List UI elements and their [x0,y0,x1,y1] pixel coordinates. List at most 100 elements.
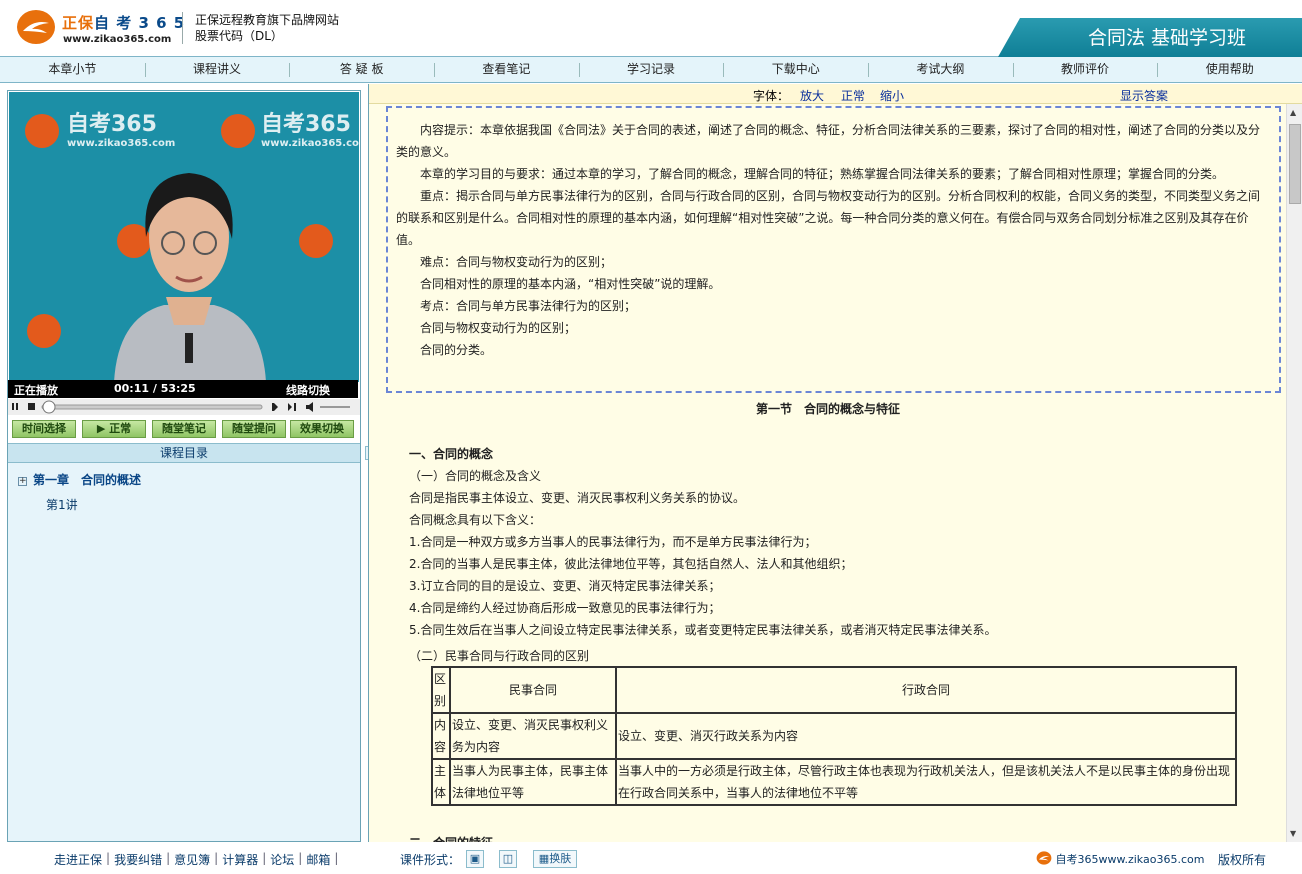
site-url: 自考365www.zikao365.com [1055,853,1205,866]
content-panel: 字体： 放大 正常 缩小 显示答案 内容提示：本章依据我国《合同法》关于合同的表… [368,84,1302,842]
font-toolbar: 字体： 放大 正常 缩小 显示答案 [369,84,1302,104]
font-bigger-link[interactable]: 放大 [800,87,824,104]
brand-url: www.zikao365.com [63,34,172,45]
footer-link-calculator[interactable]: 计算器 [222,851,258,868]
intro-box: 内容提示：本章依据我国《合同法》关于合同的表述，阐述了合同的概念、特征，分析合同… [386,106,1281,393]
footer: 走进正保 | 我要纠错 | 意见簿 | 计算器 | 论坛 | 邮箱 | 课件形式： ▣ ◫ … [0,846,1302,874]
skin-label: 换肤 [549,852,572,865]
table-cell: 当事人中的一方必须是行政主体，尽管行政主体也表现为行政机关法人，但是该机关法人不… [615,758,1237,806]
forward-icon[interactable] [288,403,296,411]
tagline-line-1: 正保远程教育旗下品牌网站 [195,13,340,27]
catalog-chapter[interactable]: + 第一章 合同的概述 [18,471,141,488]
intro-paragraph: 合同的分类。 [396,343,493,357]
nav-qa-board[interactable]: 答 疑 板 [289,57,434,82]
table-row: 内容 设立、变更、消灭民事权利义务为内容 设立、变更、消灭行政关系为内容 [431,712,1237,760]
table-header-cell: 区别 [431,666,451,714]
normal-speed-button[interactable]: ▶ 正常 [82,420,146,438]
font-label: 字体： [753,89,790,103]
site-link[interactable]: 自考365www.zikao365.com [1036,851,1204,867]
class-question-button[interactable]: 随堂提问 [222,420,286,438]
list-item: 3.订立合同的目的是设立、变更、消灭特定民事法律关系； [409,579,721,593]
nav-help[interactable]: 使用帮助 [1157,57,1302,82]
text-line: 合同是指民事主体设立、变更、消灭民事权利义务关系的协议。 [409,491,746,505]
watermark-logo-icon [25,114,59,148]
course-title: 合同法 基础学习班 [998,18,1302,57]
nav-lecture-notes[interactable]: 课程讲义 [144,57,290,82]
footer-link-about[interactable]: 走进正保 [54,851,102,868]
stop-icon[interactable] [28,403,35,410]
separator: | [106,851,111,865]
table-cell: 设立、变更、消灭行政关系为内容 [615,712,1237,760]
skin-button[interactable]: ▦换肤 [533,850,577,868]
main-nav: 本章小节 课程讲义 答 疑 板 查看笔记 学习记录 下载中心 考试大纲 教师评价… [0,57,1302,83]
intro-paragraph: 内容提示：本章依据我国《合同法》关于合同的表述，阐述了合同的概念、特征，分析合同… [396,123,1261,159]
catalog-title: 课程目录 [8,443,360,463]
catalog-lecture[interactable]: 第1讲 [46,496,78,513]
list-item: 4.合同是缔约人经过协商后形成一致意见的民事法律行为； [409,601,721,615]
volume-slider[interactable] [320,406,350,408]
progress-track[interactable] [41,404,263,410]
chapter-label: 第一章 合同的概述 [33,473,142,487]
site-logo-icon [1036,851,1052,865]
expand-icon[interactable]: + [18,477,27,486]
split-view-icon[interactable]: ◫ [499,850,517,868]
video-controls [8,399,360,415]
watermark: 自考365 www.zikao365.com [261,112,359,149]
class-notes-button[interactable]: 随堂笔记 [152,420,216,438]
nav-teacher-review[interactable]: 教师评价 [1012,57,1158,82]
copyright: 版权所有 [1218,853,1267,867]
table-cell: 当事人为民事主体，民事主体法律地位平等 [449,758,617,806]
nav-chapter-summary[interactable]: 本章小节 [0,57,145,82]
scroll-down-icon[interactable]: ▼ [1290,829,1296,838]
player-buttons: 时间选择 ▶ 正常 随堂笔记 随堂提问 效果切换 [8,420,360,442]
footer-link-mail[interactable]: 邮箱 [306,851,330,868]
footer-links: 走进正保 | 我要纠错 | 意见簿 | 计算器 | 论坛 | 邮箱 | [54,851,342,868]
separator: | [166,851,171,865]
separator: | [262,851,267,865]
play-time: 00:11 / 53:25 [114,382,196,395]
font-smaller-link[interactable]: 缩小 [880,87,904,104]
table-header-cell: 民事合同 [449,666,617,714]
show-answer-link[interactable]: 显示答案 [1120,87,1168,104]
brand-name: 正保自 考 3 6 5 [62,14,186,32]
intro-paragraph: 难点：合同与物权变动行为的区别； [396,255,613,269]
watermark-logo-icon [27,314,61,348]
video-player[interactable]: 自考365 www.zikao365.com 自考365 www.zikao365.… [9,92,359,382]
footer-link-report-error[interactable]: 我要纠错 [114,851,162,868]
font-normal-link[interactable]: 正常 [841,87,865,104]
courseware-form-label: 课件形式： [400,853,461,867]
table-header-cell: 行政合同 [615,666,1237,714]
brand-tagline: 正保远程教育旗下品牌网站 股票代码（DL） [195,12,339,44]
table-header-row: 区别 民事合同 行政合同 [431,666,1237,714]
nav-study-record[interactable]: 学习记录 [578,57,724,82]
section-title: 第一节 合同的概念与特征 [755,402,900,416]
nav-view-notes[interactable]: 查看笔记 [434,57,579,82]
tagline-line-2: 股票代码（DL） [195,29,283,43]
subheading: （二）民事合同与行政合同的区别 [409,649,590,663]
time-select-button[interactable]: 时间选择 [12,420,76,438]
intro-paragraph: 本章的学习目的与要求：通过本章的学习，了解合同的概念，理解合同的特征；熟练掌握合… [396,167,1225,181]
heading: 二、合同的特征 [409,834,493,842]
footer-link-forum[interactable]: 论坛 [270,851,294,868]
scroll-thumb[interactable] [1289,124,1301,204]
brand-logo-icon[interactable] [16,9,56,45]
nav-exam-syllabus[interactable]: 考试大纲 [868,57,1013,82]
table-row: 主体 当事人为民事主体，民事主体法律地位平等 当事人中的一方必须是行政主体，尽管… [431,758,1237,806]
footer-link-feedback[interactable]: 意见簿 [174,851,210,868]
pause-icon[interactable] [12,403,18,410]
volume-icon[interactable] [306,402,313,412]
video-status-bar: 正在播放 00:11 / 53:25 线路切换 [8,380,358,398]
lecturer-image [114,173,266,382]
content-scrollbar[interactable]: ▲ ▼ [1286,104,1302,842]
text-line: 合同概念具有以下含义： [409,513,542,527]
single-view-icon[interactable]: ▣ [466,850,484,868]
scroll-up-icon[interactable]: ▲ [1290,108,1296,117]
rewind-icon[interactable] [272,403,278,411]
progress-handle[interactable] [42,400,56,414]
nav-download-center[interactable]: 下载中心 [723,57,868,82]
line-switch[interactable]: 线路切换 [286,382,330,398]
table-cell: 主体 [431,758,451,806]
watermark: 自考365 www.zikao365.com [67,112,176,149]
effect-switch-button[interactable]: 效果切换 [290,420,354,438]
intro-paragraph: 合同与物权变动行为的区别； [396,321,577,335]
